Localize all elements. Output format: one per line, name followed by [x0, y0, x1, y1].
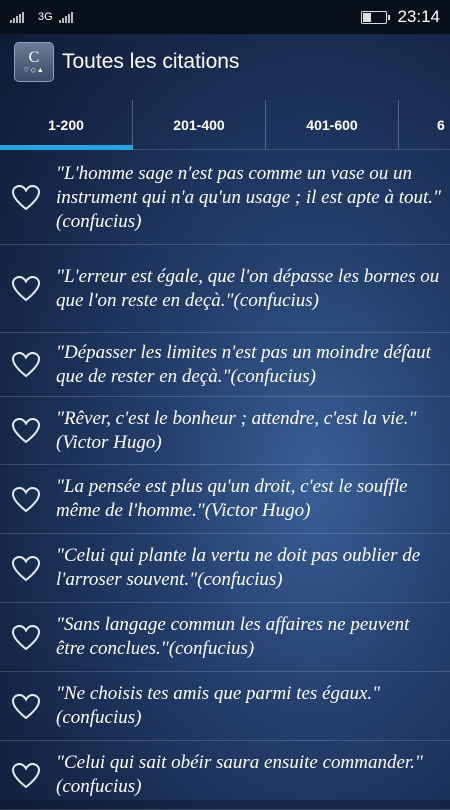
- quote-text: "La pensée est plus qu'un droit, c'est l…: [56, 476, 408, 521]
- battery-icon: [361, 10, 391, 24]
- quote-row[interactable]: "L'erreur est égale, que l'on dépasse le…: [0, 245, 450, 333]
- signal-icon: [10, 11, 24, 23]
- quote-row[interactable]: "Celui qui plante la vertu ne doit pas o…: [0, 534, 450, 603]
- quote-row[interactable]: "Dépasser les limites n'est pas un moind…: [0, 333, 450, 397]
- quote-list: "L'homme sage n'est pas comme un vase ou…: [0, 151, 450, 810]
- tab-601-800[interactable]: 6: [399, 100, 450, 149]
- heart-icon[interactable]: [0, 624, 52, 651]
- heart-icon[interactable]: [0, 275, 52, 302]
- quote-text: "L'homme sage n'est pas comme un vase ou…: [56, 162, 442, 232]
- heart-icon[interactable]: [0, 417, 52, 444]
- quote-text: "Ne choisis tes amis que parmi tes égaux…: [56, 683, 381, 728]
- heart-icon[interactable]: [0, 555, 52, 582]
- quote-text: "Rêver, c'est le bonheur ; attendre, c'e…: [56, 407, 417, 453]
- tab-401-600[interactable]: 401-600: [266, 100, 399, 149]
- quote-row[interactable]: "L'homme sage n'est pas comme un vase ou…: [0, 151, 450, 245]
- signal-icon-2: [58, 11, 73, 23]
- app-logo[interactable]: C ♡◇▲: [14, 42, 54, 82]
- app-bar: C ♡◇▲ Toutes les citations: [0, 34, 450, 90]
- quote-text: "L'erreur est égale, que l'on dépasse le…: [56, 265, 440, 311]
- quote-text: "Dépasser les limites n'est pas un moind…: [56, 341, 431, 387]
- tab-1-200[interactable]: 1-200: [0, 100, 133, 150]
- heart-icon[interactable]: [0, 693, 52, 720]
- network-type: 3G: [38, 11, 53, 23]
- quote-text: "Sans langage commun les affaires ne peu…: [56, 614, 410, 659]
- quote-text: "Celui qui plante la vertu ne doit pas o…: [56, 545, 421, 590]
- heart-icon[interactable]: [0, 184, 52, 211]
- quote-text: "Celui qui sait obéir saura ensuite comm…: [56, 752, 423, 797]
- quote-row[interactable]: "Ne choisis tes amis que parmi tes égaux…: [0, 672, 450, 741]
- status-bar: 3G 23:14: [0, 0, 450, 34]
- heart-icon[interactable]: [0, 486, 52, 513]
- heart-icon[interactable]: [0, 351, 52, 378]
- quote-row[interactable]: "Sans langage commun les affaires ne peu…: [0, 603, 450, 672]
- tab-bar: 1-200 201-400 401-600 6: [0, 100, 450, 150]
- quote-row[interactable]: "La pensée est plus qu'un droit, c'est l…: [0, 465, 450, 534]
- tab-201-400[interactable]: 201-400: [133, 100, 266, 149]
- heart-icon[interactable]: [0, 762, 52, 789]
- page-title: Toutes les citations: [62, 50, 240, 73]
- quote-row[interactable]: "Rêver, c'est le bonheur ; attendre, c'e…: [0, 397, 450, 465]
- clock: 23:14: [397, 7, 440, 26]
